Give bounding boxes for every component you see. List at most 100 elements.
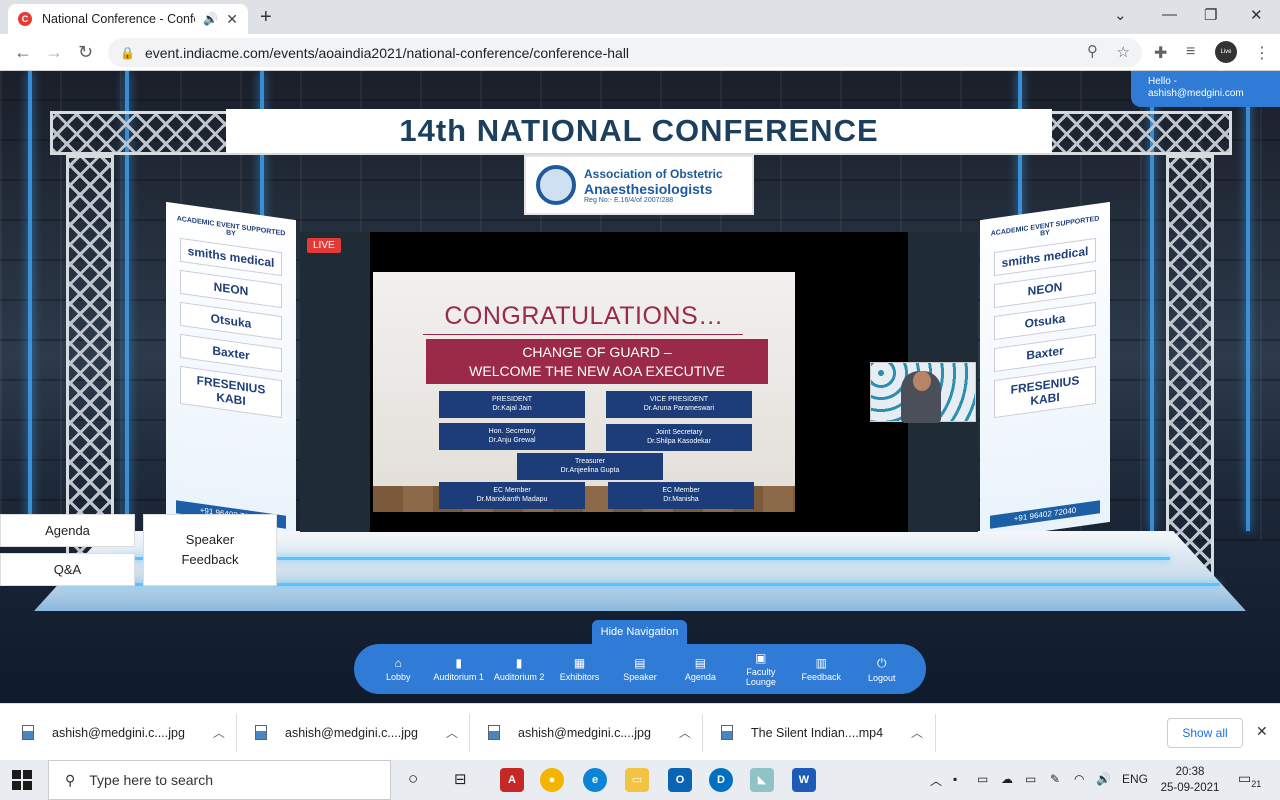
presentation-slide: CONGRATULATIONS… CHANGE OF GUARD – WELCO… [373, 272, 795, 512]
divider [935, 714, 936, 752]
zoom-icon[interactable]: ⚲ [1087, 42, 1098, 60]
speaker-webcam [870, 362, 976, 423]
user-greeting[interactable]: Hello - ashish@medgini.com [1131, 71, 1280, 107]
download-item[interactable]: ashish@medgini.c....jpg ︿ [255, 704, 458, 761]
app-icon[interactable]: ◣ [750, 768, 774, 792]
tab-title: National Conference - Confe [42, 12, 196, 26]
download-item[interactable]: ashish@medgini.c....jpg ︿ [22, 704, 225, 761]
conference-title-banner: 14th NATIONAL CONFERENCE [226, 109, 1052, 153]
show-all-button[interactable]: Show all [1167, 718, 1243, 748]
chevron-up-icon[interactable]: ︿ [213, 724, 225, 741]
chrome-icon[interactable]: ● [540, 768, 564, 792]
sponsor-logo: Otsuka [180, 301, 282, 341]
wifi-icon[interactable]: ◠ [1074, 772, 1084, 786]
sponsor-panel-left: ACADEMIC EVENT SUPPORTED BY smiths medic… [166, 201, 296, 541]
qa-button[interactable]: Q&A [0, 553, 135, 586]
profile-avatar[interactable]: Live Truth [1215, 41, 1237, 77]
role-name: Dr.Anju Grewal [488, 437, 536, 444]
new-tab-button[interactable]: + [260, 6, 272, 29]
hide-navigation-button[interactable]: Hide Navigation [592, 620, 687, 644]
media-control-icon[interactable]: ≡ [1186, 43, 1195, 61]
browser-tab[interactable]: C National Conference - Confe 🔊 ✕ [8, 4, 248, 34]
dell-icon[interactable]: D [709, 768, 733, 792]
windows-start-icon[interactable] [12, 770, 32, 790]
language-indicator[interactable]: ENG [1122, 772, 1148, 786]
tab-close-icon[interactable]: ✕ [226, 11, 238, 28]
chevron-up-icon[interactable]: ︿ [446, 724, 458, 741]
lock-icon[interactable]: 🔒 [120, 46, 135, 60]
sponsor-logo: smiths medical [180, 237, 282, 277]
chevron-up-icon[interactable]: ︿ [911, 724, 923, 741]
nav-auditorium-1[interactable]: ▮ Auditorium 1 [429, 656, 489, 682]
download-filename: ashish@medgini.c....jpg [52, 725, 185, 740]
clock-time: 20:38 [1175, 766, 1205, 778]
close-window-button[interactable]: ✕ [1250, 6, 1263, 24]
nav-auditorium-2[interactable]: ▮ Auditorium 2 [489, 656, 549, 682]
file-explorer-icon[interactable]: ▭ [625, 768, 649, 792]
nav-logout[interactable]: ⏻ Logout [852, 656, 912, 683]
live-badge: LIVE [307, 238, 341, 253]
sponsor-logo: FRESENIUS KABI [994, 365, 1096, 419]
task-view-icon[interactable]: ⊟ [454, 770, 467, 788]
speaker-feedback-button[interactable]: Speaker Feedback [143, 514, 277, 586]
system-clock[interactable]: 20:38 25-09-2021 [1160, 764, 1220, 796]
volume-icon[interactable]: 🔊 [1096, 772, 1111, 786]
nav-agenda[interactable]: ▤ Agenda [670, 656, 730, 682]
slide-banner-line2: WELCOME THE NEW AOA EXECUTIVE [469, 363, 725, 379]
nav-speaker[interactable]: ▤ Speaker [610, 656, 670, 682]
sponsor-panel-right: ACADEMIC EVENT SUPPORTED BY smiths medic… [980, 201, 1110, 541]
sponsor-logo: Baxter [994, 333, 1096, 373]
nav-faculty-lounge[interactable]: ▣ Faculty Lounge [731, 651, 791, 687]
taskbar-search[interactable]: ⚲ Type here to search [48, 760, 391, 800]
folder-icon[interactable]: ▪ [953, 772, 957, 786]
role-box: EC Member Dr.Manisha [608, 482, 754, 509]
download-item[interactable]: The Silent Indian....mp4 ︿ [721, 704, 923, 761]
outlook-icon[interactable]: O [668, 768, 692, 792]
menu-icon[interactable]: ⋮ [1254, 43, 1270, 63]
word-icon[interactable]: W [792, 768, 816, 792]
video-player[interactable]: CONGRATULATIONS… CHANGE OF GUARD – WELCO… [370, 232, 976, 532]
cortana-icon[interactable]: ○ [408, 769, 418, 789]
close-downloads-icon[interactable]: ✕ [1256, 723, 1268, 740]
nav-lobby[interactable]: ⌂ Lobby [368, 656, 428, 682]
chevron-up-icon[interactable]: ︿ [679, 724, 691, 741]
role-title: EC Member [662, 487, 700, 494]
auditorium-icon: ▮ [515, 656, 523, 670]
role-box: Hon. Secretary Dr.Anju Grewal [439, 423, 585, 450]
download-filename: ashish@medgini.c....jpg [285, 725, 418, 740]
notification-center-icon[interactable]: ▭21 [1238, 770, 1261, 789]
role-title: EC Member [493, 487, 531, 494]
nav-exhibitors[interactable]: ▦ Exhibitors [550, 656, 610, 682]
logo-line2: Anaesthesiologists [584, 180, 713, 197]
pen-icon[interactable]: ✎ [1050, 772, 1060, 786]
back-button[interactable]: ← [14, 42, 32, 63]
download-item[interactable]: ashish@medgini.c....jpg ︿ [488, 704, 691, 761]
tab-audio-icon[interactable]: 🔊 [203, 12, 218, 26]
url-bar[interactable]: 🔒 event.indiacme.com/events/aoaindia2021… [108, 38, 1142, 67]
reload-button[interactable]: ↻ [78, 42, 93, 63]
restore-button[interactable]: ❐ [1204, 6, 1217, 24]
cloud-icon[interactable]: ☁ [1001, 772, 1013, 786]
bookmark-star-icon[interactable]: ☆ [1117, 43, 1130, 61]
feedback-icon: ▥ [815, 656, 827, 670]
role-name: Dr.Shilpa Kasodekar [647, 438, 711, 445]
device-icon[interactable]: ▭ [977, 772, 988, 786]
exhibitors-icon: ▦ [573, 656, 586, 670]
role-title: Treasurer [574, 458, 606, 465]
address-toolbar: ← → ↻ 🔒 event.indiacme.com/events/aoaind… [0, 34, 1280, 77]
minimize-button[interactable]: — [1162, 6, 1177, 23]
document-icon: ▤ [634, 656, 646, 670]
nav-feedback[interactable]: ▥ Feedback [791, 656, 851, 682]
agenda-button[interactable]: Agenda [0, 514, 135, 547]
role-box: Joint Secretary Dr.Shilpa Kasodekar [606, 424, 752, 451]
acrobat-icon[interactable]: A [500, 768, 524, 792]
chevron-up-icon[interactable]: ︿ [930, 772, 942, 789]
speaker-feedback-line1: Speaker [185, 532, 235, 547]
video-file-icon [721, 725, 733, 740]
tab-search-icon[interactable]: ⌄ [1114, 6, 1127, 24]
neon-light [1246, 71, 1250, 531]
edge-icon[interactable]: e [583, 768, 607, 792]
battery-icon[interactable]: ▭ [1025, 772, 1036, 786]
extensions-icon[interactable]: ✚ [1154, 43, 1167, 63]
forward-button[interactable]: → [45, 42, 63, 63]
